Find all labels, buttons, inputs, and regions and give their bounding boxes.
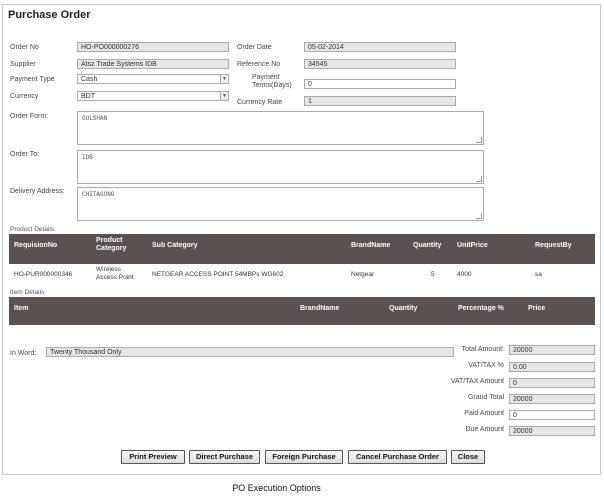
print-preview-button[interactable]: Print Preview xyxy=(121,450,185,464)
in-word-field[interactable]: Twenty Thousand Only xyxy=(46,347,454,357)
currency-label: Currency xyxy=(10,93,39,100)
delivery-address-textarea[interactable]: CHITAGONG xyxy=(77,187,484,221)
delivery-address-label: Delivery Address: xyxy=(10,188,65,195)
currency-rate-field[interactable]: 1 xyxy=(304,96,456,106)
vat-tax-percent-field[interactable]: 0.00 xyxy=(509,362,595,372)
payment-terms-label-line1: Payment xyxy=(252,74,280,81)
currency-rate-label: Currency Rate xyxy=(237,99,283,106)
col-percentage: Percentage % xyxy=(458,305,504,312)
chevron-down-icon[interactable]: ▼ xyxy=(220,92,228,100)
col-unit-price: UnitPrice xyxy=(457,242,488,249)
due-amount-label: Due Amount xyxy=(465,426,504,433)
currency-select[interactable]: BDT ▼ xyxy=(77,91,229,101)
supplier-field[interactable]: Atsz Trade Systems IDB xyxy=(77,59,229,69)
delivery-address-value: CHITAGONG xyxy=(82,191,115,198)
resize-handle-icon[interactable] xyxy=(476,213,482,219)
category-cell-line2: Access Point xyxy=(96,274,134,281)
table-row[interactable]: HO-PUR000000346 Wireless Access Point NE… xyxy=(9,264,595,286)
vat-tax-percent-label: VAT/TAX % xyxy=(468,362,504,369)
grand-total-label: Grand Total xyxy=(467,394,504,401)
foreign-purchase-button[interactable]: Foreign Purchase xyxy=(265,450,343,464)
product-table-header: RequisionNo Product Category Sub Categor… xyxy=(9,234,595,264)
vat-tax-amount-label: VAT/TAX Amount xyxy=(450,378,504,385)
resize-handle-icon[interactable] xyxy=(476,137,482,143)
supplier-label: Supplier xyxy=(10,61,36,68)
order-date-label: Order Date xyxy=(237,44,272,51)
col-item: Item xyxy=(14,305,29,312)
close-button[interactable]: Close xyxy=(451,450,485,464)
payment-terms-label-line2: Terms(Days) xyxy=(252,82,292,89)
col-item-quantity: Quantity xyxy=(389,305,418,312)
item-details-section-label: Item Details xyxy=(10,289,45,296)
col-item-brand-name: BrandName xyxy=(300,305,340,312)
in-word-label: In Word: xyxy=(10,350,37,357)
order-form-label: Order Form: xyxy=(10,113,49,120)
requisition-no-cell: HO-PUR000000346 xyxy=(14,271,73,278)
order-to-textarea[interactable]: IDB xyxy=(77,150,484,184)
order-form-value: GULSHAN xyxy=(82,115,108,122)
sub-category-cell: NETGEAR ACCESS POINT 54MBPs WG602 xyxy=(152,271,284,278)
total-amount-label: Total Amount: xyxy=(461,346,504,353)
order-form-textarea[interactable]: GULSHAN xyxy=(77,111,484,145)
unit-price-cell: 4000 xyxy=(457,271,472,278)
col-sub-category: Sub Category xyxy=(152,242,198,249)
col-product-category: Product Category xyxy=(96,237,127,252)
quantity-cell: 5 xyxy=(431,271,435,278)
cancel-purchase-order-button[interactable]: Cancel Purchase Order xyxy=(348,450,447,464)
item-table-header: Item BrandName Quantity Percentage % Pri… xyxy=(9,297,595,325)
col-request-by: RequestBy xyxy=(535,242,572,249)
col-brand-name: BrandName xyxy=(351,242,391,249)
brand-cell: Netgear xyxy=(351,271,375,278)
chevron-down-icon[interactable]: ▼ xyxy=(220,75,228,83)
page-title: Purchase Order xyxy=(8,9,91,21)
reference-no-label: Reference No xyxy=(237,61,281,68)
order-to-value: IDB xyxy=(82,154,93,161)
grand-total-field[interactable]: 20000 xyxy=(509,394,595,404)
col-price: Price xyxy=(528,305,546,312)
due-amount-field[interactable]: 20000 xyxy=(509,426,595,436)
reference-no-field[interactable]: 34545 xyxy=(304,59,456,69)
payment-type-select[interactable]: Cash ▼ xyxy=(77,74,229,84)
direct-purchase-button[interactable]: Direct Purchase xyxy=(189,450,260,464)
category-cell-line1: Wireless xyxy=(96,266,121,273)
payment-type-label: Payment Type xyxy=(10,76,55,83)
payment-type-value: Cash xyxy=(81,76,98,83)
product-details-section-label: Product Details xyxy=(10,226,55,233)
resize-handle-icon[interactable] xyxy=(476,176,482,182)
order-no-field[interactable]: HO-PO000000276 xyxy=(77,42,229,52)
col-quantity: Quantity xyxy=(413,242,442,249)
order-to-label: Order To: xyxy=(10,151,40,158)
paid-amount-label: Paid Amount xyxy=(464,410,504,417)
order-no-label: Order No xyxy=(10,44,39,51)
currency-value: BDT xyxy=(81,93,95,100)
paid-amount-field[interactable]: 0 xyxy=(509,410,595,420)
request-by-cell: sa xyxy=(535,271,542,278)
col-requisition-no: RequisionNo xyxy=(14,242,58,249)
payment-terms-field[interactable]: 0 xyxy=(304,79,456,89)
figure-caption: PO Execution Options xyxy=(232,483,321,493)
order-date-field[interactable]: 05-02-2014 xyxy=(304,42,456,52)
vat-tax-amount-field[interactable]: 0 xyxy=(509,378,595,388)
total-amount-field[interactable]: 20000 xyxy=(509,345,595,355)
